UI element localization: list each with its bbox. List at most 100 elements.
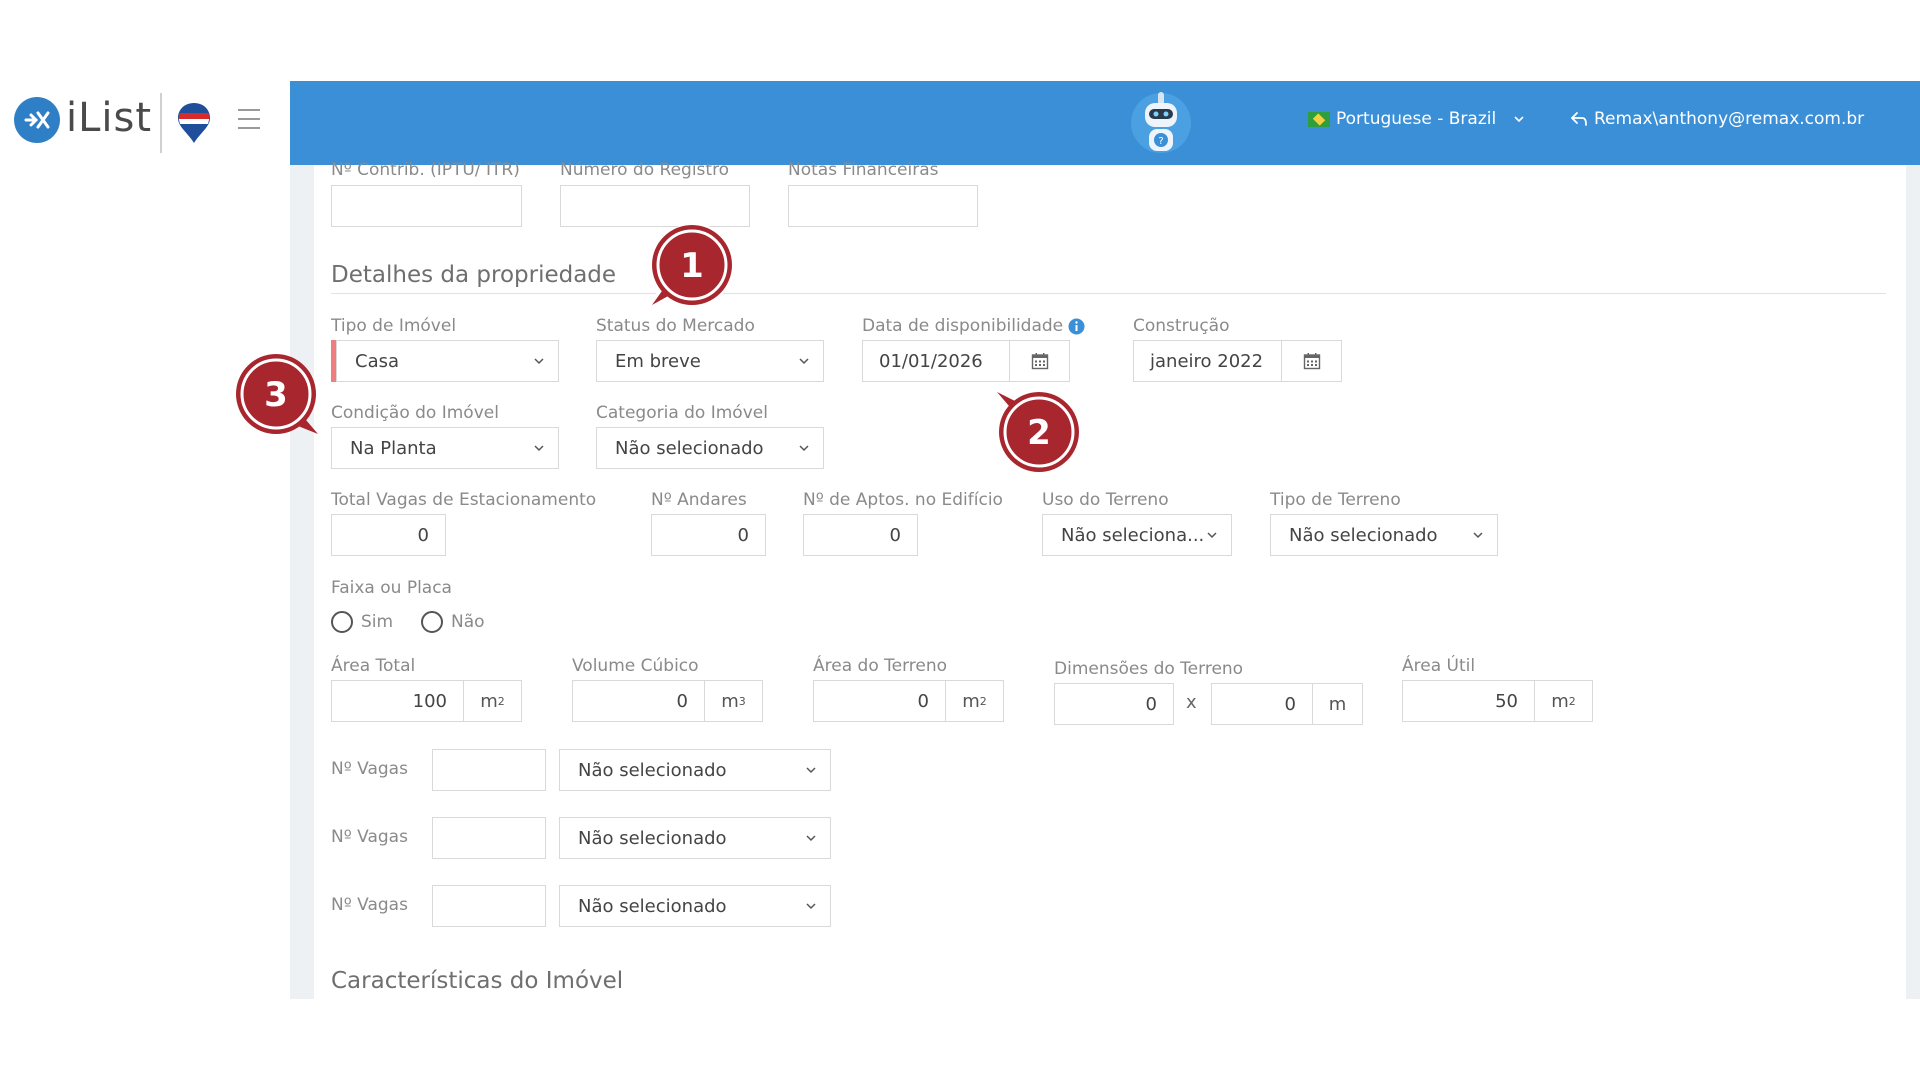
chevron-down-icon xyxy=(799,445,809,452)
calendar-button[interactable] xyxy=(1010,340,1070,382)
construcao-label: Construção xyxy=(1133,316,1230,336)
registro-label: Número do Registro xyxy=(560,160,730,180)
area-total-label: Área Total xyxy=(331,656,416,676)
disponibilidade-label: Data de disponibilidade xyxy=(862,316,1064,336)
chevron-down-icon xyxy=(534,445,544,452)
area-terreno-label: Área do Terreno xyxy=(813,656,948,676)
tipo-terreno-select[interactable]: Não selecionado xyxy=(1270,514,1498,556)
marker-1-number: 1 xyxy=(680,246,704,286)
language-selector[interactable]: Portuguese - Brazil xyxy=(1308,109,1524,129)
brand-divider xyxy=(160,93,162,153)
features-section-title: Características do Imóvel xyxy=(331,968,624,994)
vagas-label: Nº Vagas xyxy=(331,759,408,779)
content-left-gutter xyxy=(290,165,314,999)
dimensao-a-input[interactable]: 0 xyxy=(1054,683,1174,725)
calendar-icon xyxy=(1303,353,1320,370)
chevron-down-icon xyxy=(806,835,816,842)
unit-m2: m2 xyxy=(1535,680,1593,722)
dimensao-b-input[interactable]: 0 xyxy=(1211,683,1313,725)
andares-label: Nº Andares xyxy=(651,490,747,510)
content-right-gutter xyxy=(1906,165,1920,999)
radio-nao[interactable]: Não xyxy=(421,611,485,633)
vagas-label: Nº Vagas xyxy=(331,895,408,915)
remax-balloon-icon xyxy=(176,101,212,145)
dimensoes-label: Dimensões do Terreno xyxy=(1054,659,1244,679)
vagas-label: Nº Vagas xyxy=(331,827,408,847)
unit-m2: m2 xyxy=(946,680,1004,722)
assistant-robot-icon[interactable]: ? xyxy=(1125,87,1197,159)
vagas-total-label: Total Vagas de Estacionamento xyxy=(331,490,597,510)
chevron-down-icon xyxy=(534,358,544,365)
details-section-title: Detalhes da propriedade xyxy=(331,262,617,288)
callout-marker-2: 2 xyxy=(995,388,1083,476)
categoria-label: Categoria do Imóvel xyxy=(596,403,768,423)
uso-terreno-select[interactable]: Não seleciona... xyxy=(1042,514,1232,556)
area-terreno-input[interactable]: 0 xyxy=(813,680,946,722)
marker-2-number: 2 xyxy=(1027,413,1051,453)
svg-text:?: ? xyxy=(1158,136,1163,147)
volume-label: Volume Cúbico xyxy=(572,656,699,676)
tipo-imovel-select[interactable]: Casa xyxy=(336,340,559,382)
uso-terreno-label: Uso do Terreno xyxy=(1042,490,1169,510)
notas-label: Notas Financeiras xyxy=(788,160,939,180)
radio-sim-label: Sim xyxy=(361,612,394,632)
user-email: Remax\anthony@remax.com.br xyxy=(1594,109,1865,129)
menu-toggle-icon[interactable] xyxy=(238,109,260,129)
aptos-input[interactable]: 0 xyxy=(803,514,918,556)
disponibilidade-label-wrap: Data de disponibilidade xyxy=(862,316,1085,336)
tipo-imovel-label: Tipo de Imóvel xyxy=(331,316,457,336)
unit-m3: m3 xyxy=(705,680,763,722)
status-mercado-label: Status do Mercado xyxy=(596,316,755,336)
dimension-separator: x xyxy=(1186,692,1197,713)
brazil-flag-icon xyxy=(1308,111,1330,127)
vagas-select[interactable]: Não selecionado xyxy=(559,749,831,791)
vagas-input[interactable] xyxy=(432,749,546,791)
calendar-button[interactable] xyxy=(1282,340,1342,382)
vagas-select[interactable]: Não selecionado xyxy=(559,885,831,927)
logo-area: iList xyxy=(0,81,290,165)
vagas-input[interactable] xyxy=(432,817,546,859)
volume-input[interactable]: 0 xyxy=(572,680,705,722)
radio-nao-label: Não xyxy=(451,612,485,632)
language-label: Portuguese - Brazil xyxy=(1336,109,1497,129)
logout-arrow-icon xyxy=(1570,112,1587,126)
vagas-total-input[interactable]: 0 xyxy=(331,514,446,556)
chevron-down-icon xyxy=(1207,532,1217,539)
radio-sim[interactable]: Sim xyxy=(331,611,393,633)
area-util-input[interactable]: 50 xyxy=(1402,680,1535,722)
vagas-select[interactable]: Não selecionado xyxy=(559,817,831,859)
chevron-down-icon xyxy=(806,767,816,774)
marker-3-number: 3 xyxy=(264,375,288,415)
notas-input[interactable] xyxy=(788,185,978,227)
tipo-terreno-label: Tipo de Terreno xyxy=(1270,490,1401,510)
andares-input[interactable]: 0 xyxy=(651,514,766,556)
area-total-input[interactable]: 100 xyxy=(331,680,464,722)
callout-marker-3: 3 xyxy=(232,350,320,438)
condicao-label: Condição do Imóvel xyxy=(331,403,499,423)
status-mercado-select[interactable]: Em breve xyxy=(596,340,824,382)
aptos-label: Nº de Aptos. no Edifício xyxy=(803,490,1003,510)
chevron-down-icon xyxy=(1473,532,1483,539)
radio-circle[interactable] xyxy=(331,611,353,633)
unit-m: m xyxy=(1313,683,1363,725)
calendar-icon xyxy=(1031,353,1048,370)
vagas-input[interactable] xyxy=(432,885,546,927)
radio-circle[interactable] xyxy=(421,611,443,633)
callout-marker-1: 1 xyxy=(648,221,736,309)
contrib-input[interactable] xyxy=(331,185,522,227)
disponibilidade-input[interactable]: 01/01/2026 xyxy=(862,340,1010,382)
ilist-logo-icon xyxy=(14,97,60,143)
construcao-input[interactable]: janeiro 2022 xyxy=(1133,340,1282,382)
contrib-label: Nº Contrib. (IPTU/ ITR) xyxy=(331,160,520,180)
brand-name: iList xyxy=(66,95,153,141)
condicao-select[interactable]: Na Planta xyxy=(331,427,559,469)
user-menu[interactable]: Remax\anthony@remax.com.br xyxy=(1570,109,1864,129)
chevron-down-icon xyxy=(1514,116,1524,123)
info-icon[interactable] xyxy=(1068,318,1085,335)
unit-m2: m2 xyxy=(464,680,522,722)
chevron-down-icon xyxy=(799,358,809,365)
section-divider xyxy=(331,293,1886,294)
area-util-label: Área Útil xyxy=(1402,656,1476,676)
chevron-down-icon xyxy=(806,903,816,910)
categoria-select[interactable]: Não selecionado xyxy=(596,427,824,469)
